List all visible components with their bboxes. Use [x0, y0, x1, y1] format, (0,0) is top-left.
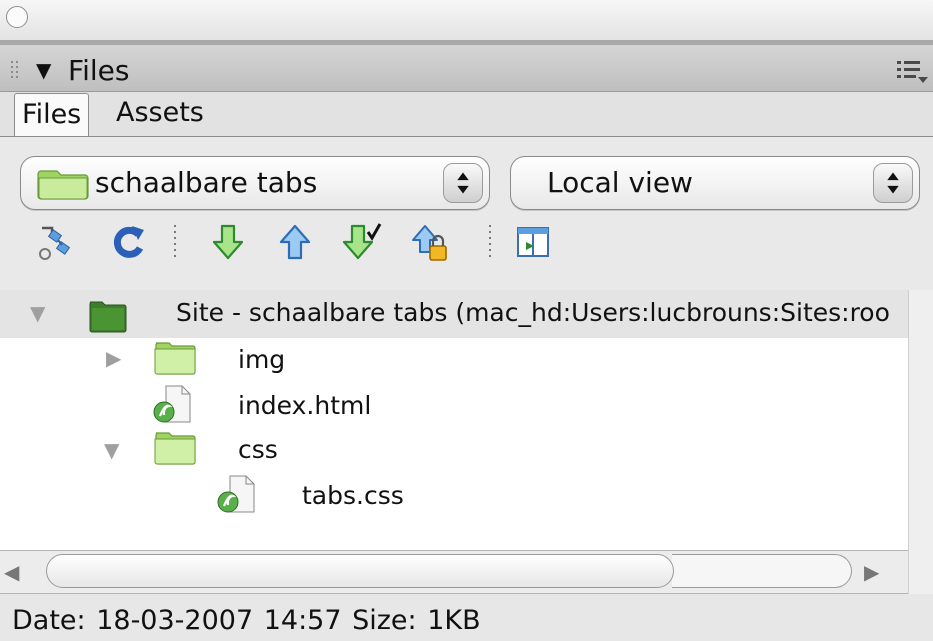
scroll-right-arrow-icon[interactable]: ▶ [864, 560, 879, 584]
connect-icon[interactable] [36, 222, 76, 262]
tree-label-site: Site - schaalbare tabs (mac_hd:Users:luc… [176, 298, 890, 327]
folder-icon [154, 432, 196, 465]
dreamweaver-file-icon [217, 475, 255, 513]
popup-arrows-icon [443, 163, 483, 203]
vertical-scrollbar-track[interactable] [908, 290, 933, 594]
panel-grip-icon[interactable] [10, 60, 20, 80]
close-button[interactable] [6, 6, 28, 28]
tree-label-css[interactable]: css [238, 434, 278, 466]
window-titlebar [0, 0, 933, 44]
tree-disclosure-closed-icon[interactable]: ▶ [106, 346, 121, 370]
view-select[interactable]: Local view [510, 156, 920, 210]
tab-files[interactable]: Files [14, 93, 90, 136]
tree-label-img[interactable]: img [238, 344, 285, 376]
scroll-left-arrow-icon[interactable]: ◀ [4, 560, 19, 584]
tree-disclosure-open-icon[interactable]: ▼ [30, 301, 45, 325]
check-in-icon[interactable] [410, 222, 450, 262]
tree-disclosure-open-icon[interactable]: ▼ [104, 438, 119, 462]
site-folder-icon [89, 301, 127, 333]
panel-header[interactable] [0, 45, 933, 92]
status-text: Date: 18-03-2007 14:57 Size: 1KB [12, 605, 481, 636]
put-files-icon[interactable] [275, 222, 315, 262]
site-select-value: schaalbare tabs [95, 166, 318, 199]
tree-label-index-html[interactable]: index.html [238, 390, 371, 422]
tree-label-tabs-css[interactable]: tabs.css [302, 480, 404, 512]
scrollbar-track[interactable] [672, 554, 852, 588]
toolbar-separator [174, 225, 176, 257]
get-files-icon[interactable] [208, 222, 248, 262]
view-select-value: Local view [547, 166, 693, 199]
site-select[interactable]: schaalbare tabs [20, 156, 490, 210]
panel-options-menu-icon[interactable] [895, 57, 929, 85]
check-out-icon[interactable] [342, 222, 382, 262]
folder-icon [154, 342, 196, 375]
panel-collapse-triangle-icon[interactable]: ▼ [36, 58, 51, 82]
folder-icon [37, 170, 89, 200]
expand-site-icon[interactable] [514, 222, 554, 262]
dreamweaver-file-icon [153, 385, 191, 423]
tab-assets[interactable]: Assets [112, 93, 208, 133]
panel-title: Files [68, 54, 130, 87]
toolbar-separator [489, 225, 491, 257]
scrollbar-thumb[interactable] [46, 554, 674, 588]
popup-arrows-icon [873, 163, 913, 203]
refresh-icon[interactable] [108, 222, 148, 262]
